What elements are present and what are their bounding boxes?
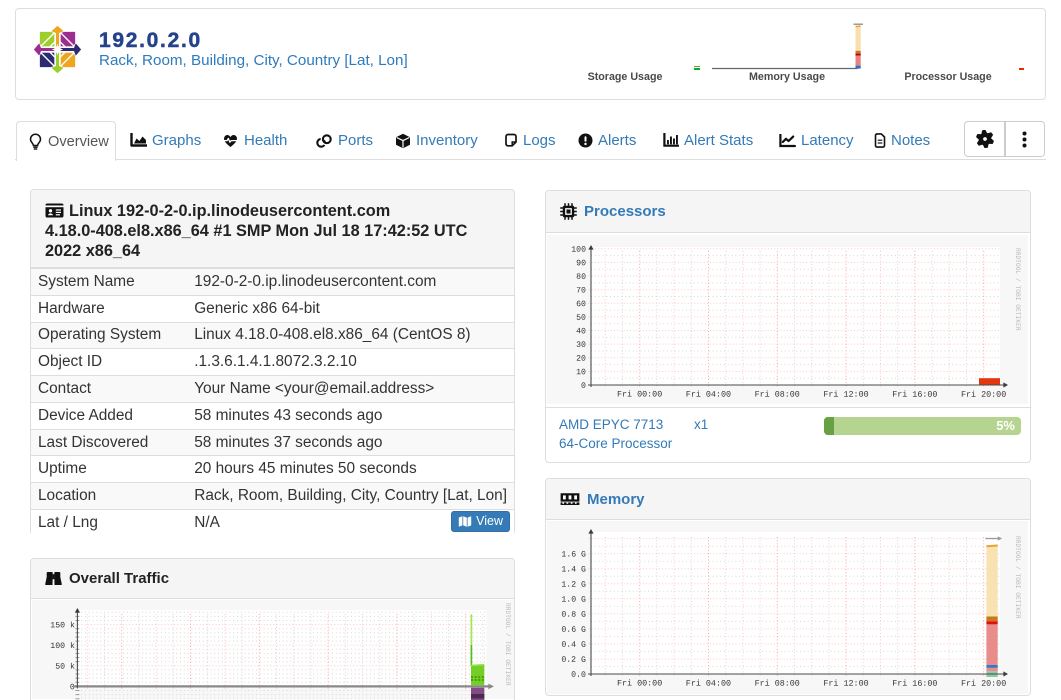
svg-text:Fri 16:00: Fri 16:00 [892,390,937,400]
svg-text:Fri 04:00: Fri 04:00 [686,390,731,400]
svg-text:40: 40 [576,327,586,336]
svg-text:Fri 16:00: Fri 16:00 [892,679,937,689]
svg-text:RRDTOOL / TOBI OETIKER: RRDTOOL / TOBI OETIKER [1014,536,1021,619]
svg-text:0.2 G: 0.2 G [561,656,586,665]
svg-text:1.2 G: 1.2 G [561,581,586,590]
svg-text:10: 10 [576,368,586,377]
svg-text:1.0 G: 1.0 G [561,596,586,605]
svg-text:20: 20 [576,355,586,364]
svg-text:50 k: 50 k [55,662,75,672]
svg-text:60: 60 [576,300,586,309]
svg-text:1.6 G: 1.6 G [561,551,586,560]
svg-text:1.4 G: 1.4 G [561,566,586,575]
svg-text:Fri 04:00: Fri 04:00 [686,679,731,689]
svg-text:Fri 08:00: Fri 08:00 [755,390,800,400]
svg-text:Fri 00:00: Fri 00:00 [617,679,662,689]
svg-text:70: 70 [576,287,586,296]
svg-text:100: 100 [571,246,586,255]
svg-text:50: 50 [576,314,586,323]
svg-text:90: 90 [576,259,586,268]
svg-text:0.0: 0.0 [571,671,586,680]
svg-text:RRDTOOL / TOBI OETIKER: RRDTOOL / TOBI OETIKER [1014,248,1021,331]
svg-text:Fri 20:00: Fri 20:00 [961,390,1006,400]
svg-text:Fri 20:00: Fri 20:00 [961,679,1006,689]
svg-text:Fri 08:00: Fri 08:00 [755,679,800,689]
svg-text:RRDTOOL / TOBI OETIKER: RRDTOOL / TOBI OETIKER [504,603,511,686]
svg-text:30: 30 [576,341,586,350]
svg-text:100 k: 100 k [50,641,75,651]
svg-text:0.8 G: 0.8 G [561,611,586,620]
svg-text:0: 0 [70,683,75,692]
svg-text:0: 0 [581,382,586,391]
svg-text:150 k: 150 k [50,620,75,630]
svg-text:0.4 G: 0.4 G [561,641,586,650]
svg-text:Fri 12:00: Fri 12:00 [823,679,868,689]
svg-text:0.6 G: 0.6 G [561,626,586,635]
svg-text:Fri 12:00: Fri 12:00 [823,390,868,400]
svg-text:Fri 00:00: Fri 00:00 [617,390,662,400]
svg-text:80: 80 [576,273,586,282]
